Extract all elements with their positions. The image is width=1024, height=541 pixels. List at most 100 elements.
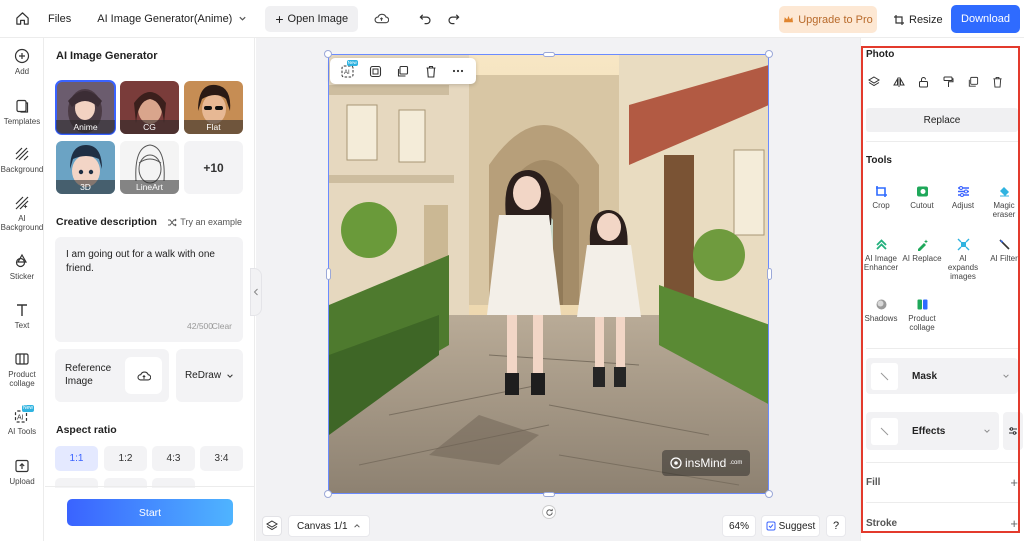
ratio-4-3[interactable]: 4:3 (152, 446, 195, 471)
tool-magic-eraser[interactable]: Magic eraser (984, 184, 1024, 219)
mask-label: Mask (912, 370, 938, 382)
plus-circle-icon (14, 48, 30, 64)
rail-item-product-collage[interactable]: Product collage (0, 351, 44, 388)
resize-handle-left[interactable] (326, 268, 331, 280)
section-divider (866, 502, 1018, 503)
delete-button[interactable] (421, 61, 441, 81)
download-button[interactable]: Download (951, 5, 1020, 33)
style-card-3d[interactable]: 3D (56, 141, 115, 194)
reference-upload-button[interactable] (125, 357, 162, 394)
resize-handle-right[interactable] (767, 268, 772, 280)
start-button[interactable]: Start (67, 499, 233, 526)
tool-ai-replace[interactable]: AI Replace (902, 237, 942, 263)
rail-label: Product collage (8, 370, 36, 388)
rail-item-add[interactable]: Add (0, 48, 44, 76)
fill-section[interactable]: Fill + (866, 475, 1018, 490)
resize-handle-top-left[interactable] (324, 50, 332, 58)
upgrade-button[interactable]: Upgrade to Pro (779, 6, 877, 33)
delete-photo-button[interactable] (990, 74, 1006, 90)
document-title-dropdown[interactable]: AI Image Generator(Anime) (97, 13, 247, 25)
rail-item-ai-tools[interactable]: AI New AI Tools (0, 405, 44, 436)
document-title: AI Image Generator(Anime) (97, 12, 233, 25)
tool-crop[interactable]: Crop (861, 184, 901, 210)
style-card-flat[interactable]: Flat (184, 81, 243, 134)
chevron-left-icon (253, 288, 258, 296)
home-button[interactable] (0, 0, 44, 38)
layer-order-button[interactable] (866, 74, 882, 90)
ratio-3-4[interactable]: 3:4 (200, 446, 243, 471)
style-card-anime[interactable]: Anime (55, 80, 116, 135)
resize-handle-bottom-right[interactable] (765, 490, 773, 498)
tool-ai-image-enhancer[interactable]: AI Image Enhancer (861, 237, 901, 272)
paint-format-button[interactable] (940, 74, 956, 90)
panel-collapse-handle[interactable] (250, 268, 262, 316)
resize-handle-top[interactable] (543, 52, 555, 57)
tool-adjust[interactable]: Adjust (943, 184, 983, 210)
rotate-handle[interactable] (542, 505, 556, 519)
layers-button[interactable] (262, 516, 282, 536)
try-example-link[interactable]: Try an example (167, 217, 242, 227)
rail-item-templates[interactable]: Templates (0, 98, 44, 126)
crop-frame-button[interactable] (365, 61, 385, 81)
more-options-button[interactable] (448, 61, 468, 81)
redo-button[interactable] (442, 8, 464, 30)
zoom-level[interactable]: 64% (722, 515, 756, 537)
duplicate-photo-button[interactable] (965, 74, 981, 90)
suggest-button[interactable]: Suggest (761, 515, 820, 537)
style-card-lineart[interactable]: LineArt (120, 141, 179, 194)
redraw-dropdown[interactable]: ReDraw (176, 349, 243, 402)
properties-panel: Photo Replace Tools Crop Cutout Adjust M… (860, 38, 1024, 541)
style-label: 3D (56, 180, 115, 194)
reference-image-box[interactable]: Reference Image (55, 349, 169, 402)
crop-icon (875, 185, 887, 197)
clear-button[interactable]: Clear (212, 319, 232, 333)
watermark-brand: insMind (685, 456, 727, 470)
open-image-button[interactable]: + Open Image (265, 5, 359, 32)
replace-button[interactable]: Replace (866, 108, 1018, 132)
section-divider (866, 462, 1018, 463)
ratio-1-1[interactable]: 1:1 (55, 446, 98, 471)
new-badge: New (22, 405, 35, 412)
style-card-cg[interactable]: CG (120, 81, 179, 134)
ratio-1-2[interactable]: 1:2 (104, 446, 147, 471)
description-textarea[interactable]: I am going out for a walk with one frien… (55, 237, 243, 342)
more-styles-button[interactable]: +10 (184, 141, 243, 194)
lock-button[interactable] (916, 74, 932, 90)
try-example-label: Try an example (180, 217, 242, 227)
shuffle-icon (168, 218, 177, 226)
tool-ai-filter[interactable]: AI Filter (984, 237, 1024, 263)
stroke-section[interactable]: Stroke + (866, 516, 1018, 531)
canvas-selector[interactable]: Canvas 1/1 (288, 515, 370, 537)
mask-section[interactable]: Mask (866, 358, 1018, 394)
resize-handle-top-right[interactable] (765, 50, 773, 58)
resize-handle-bottom[interactable] (543, 492, 555, 497)
rail-item-sticker[interactable]: Sticker (0, 253, 44, 281)
tool-ai-expands-images[interactable]: AI expands images (943, 237, 983, 281)
svg-text:AI: AI (344, 70, 350, 76)
files-menu[interactable]: Files (48, 13, 71, 25)
paint-roller-icon (943, 76, 954, 87)
canvas-image[interactable]: insMind .com (328, 54, 769, 494)
chevron-up-icon (353, 524, 360, 528)
effects-settings-button[interactable] (1003, 412, 1023, 450)
ai-tools-button[interactable]: AI New (338, 60, 358, 81)
tool-cutout[interactable]: Cutout (902, 184, 942, 210)
upgrade-label: Upgrade to Pro (798, 13, 873, 26)
more-icon (453, 69, 464, 73)
undo-button[interactable] (414, 8, 436, 30)
sliders-icon (1009, 427, 1017, 435)
flip-button[interactable] (891, 74, 907, 90)
resize-handle-bottom-left[interactable] (324, 490, 332, 498)
rail-item-upload[interactable]: Upload (0, 458, 44, 486)
help-button[interactable]: ? (826, 515, 846, 537)
tool-product-collage[interactable]: Product collage (902, 297, 942, 332)
effects-section[interactable]: Effects (866, 412, 999, 450)
cloud-save-button[interactable] (370, 8, 392, 30)
rail-item-text[interactable]: Text (0, 302, 44, 330)
duplicate-button[interactable] (393, 61, 413, 81)
resize-button[interactable]: Resize (893, 6, 943, 33)
magic-eraser-icon (999, 186, 1009, 196)
rail-item-background[interactable]: Background (0, 146, 44, 174)
rail-item-ai-background[interactable]: AI Background (0, 195, 44, 232)
tool-shadows[interactable]: Shadows (861, 297, 901, 323)
